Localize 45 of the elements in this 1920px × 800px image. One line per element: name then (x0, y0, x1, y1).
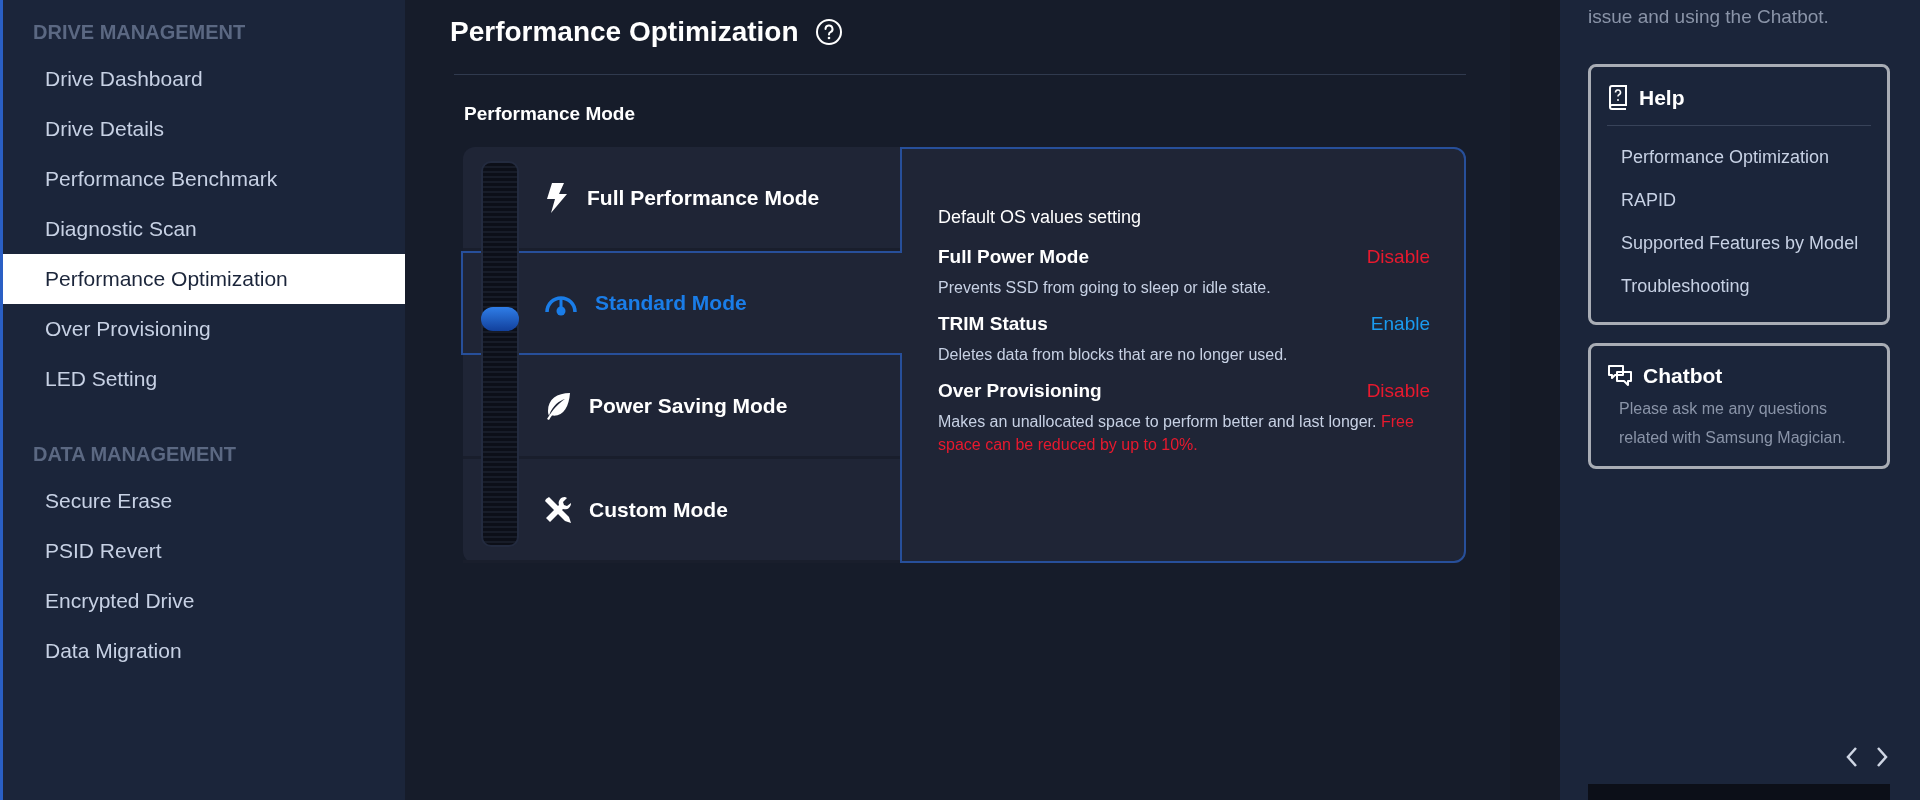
help-link[interactable]: Supported Features by Model (1607, 222, 1871, 265)
chat-bubbles-icon (1607, 364, 1633, 388)
book-icon (1607, 85, 1629, 111)
setting-status: Disable (1366, 380, 1430, 402)
help-link[interactable]: Performance Optimization (1607, 136, 1871, 179)
setting-description: Makes an unallocated space to perform better and last longer. Free space can be reduced by up to 10%. (938, 412, 1415, 455)
sidebar-item[interactable]: Encrypted Drive (3, 576, 405, 626)
next-icon[interactable] (1874, 746, 1890, 768)
sidebar-item[interactable]: PSID Revert (3, 526, 405, 576)
sidebar-item[interactable]: Secure Erase (3, 476, 405, 526)
section-title: Performance Mode (464, 103, 637, 125)
setting-description: Deletes data from blocks that are no longer used. (938, 345, 1289, 365)
setting-name: TRIM Status (938, 313, 1048, 335)
sidebar-item[interactable]: Diagnostic Scan (3, 204, 405, 254)
mode-option[interactable]: Custom Mode (463, 459, 900, 563)
help-link[interactable]: Troubleshooting (1607, 265, 1871, 308)
setting-status: Disable (1366, 246, 1430, 268)
intro-text: issue and using the Chatbot. (1588, 6, 1830, 28)
setting-status: Enable (1370, 313, 1430, 335)
previous-icon[interactable] (1844, 746, 1860, 768)
slider-thumb[interactable] (481, 307, 519, 331)
chatbot-card[interactable]: Chatbot Please ask me any questions related with Samsung Magician. (1588, 343, 1890, 469)
mode-slider[interactable] (481, 161, 519, 547)
setting-name: Full Power Mode (938, 246, 1089, 268)
mode-option[interactable]: Standard Mode (461, 251, 902, 355)
page-title: Performance Optimization (450, 16, 799, 48)
details-heading: Default OS values setting (938, 207, 1143, 228)
card-title: Chatbot (1643, 364, 1723, 388)
card-title: Help (1639, 86, 1685, 110)
sidebar-item[interactable]: Data Migration (3, 626, 405, 676)
chatbot-description: Please ask me any questions related with Samsung Magician. (1619, 399, 1847, 448)
section-heading: DRIVE MANAGEMENT (32, 20, 247, 45)
sidebar-item[interactable]: Drive Details (3, 104, 405, 154)
sidebar-item[interactable]: Performance Benchmark (3, 154, 405, 204)
sidebar-item[interactable]: LED Setting (3, 354, 405, 404)
setting-description: Prevents SSD from going to sleep or idle state. (938, 278, 1272, 298)
setting-name: Over Provisioning (938, 380, 1102, 402)
tools-icon (543, 494, 573, 525)
sidebar-item[interactable]: Drive Dashboard (3, 54, 405, 104)
sidebar-item[interactable]: Performance Optimization (3, 254, 405, 304)
help-icon[interactable] (814, 18, 843, 46)
help-link[interactable]: RAPID (1607, 179, 1871, 222)
sidebar-item[interactable]: Over Provisioning (3, 304, 405, 354)
section-heading: DATA MANAGEMENT (32, 442, 237, 467)
mode-option[interactable]: Power Saving Mode (463, 355, 900, 459)
